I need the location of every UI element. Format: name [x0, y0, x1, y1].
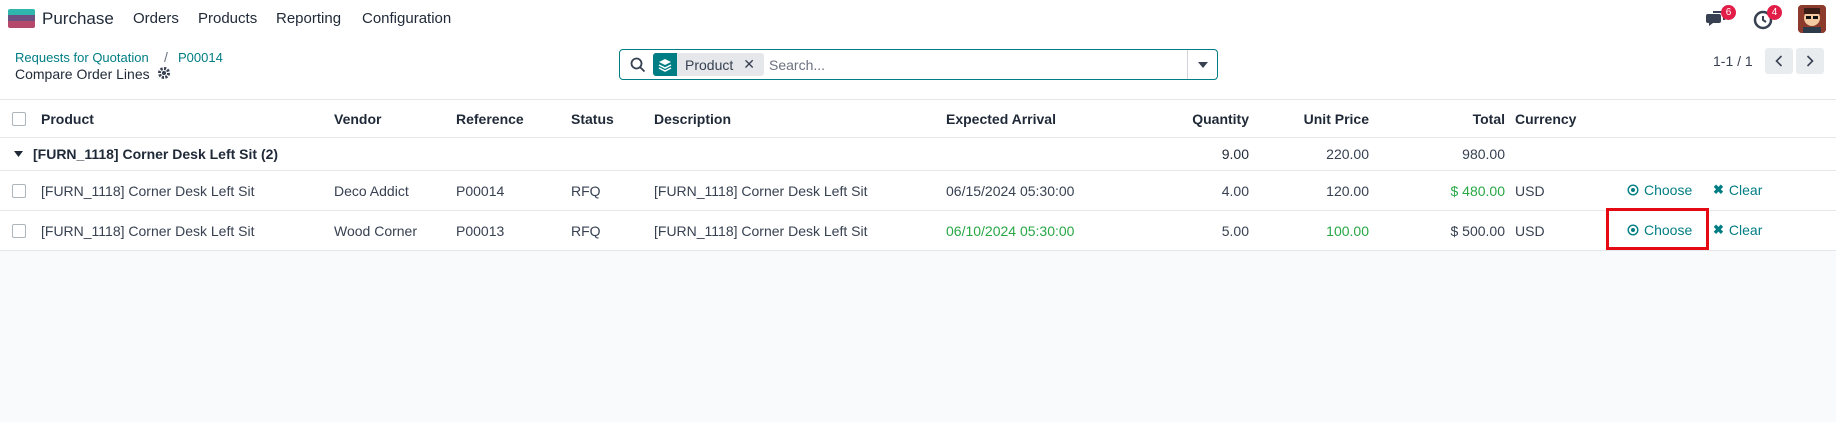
cell-vendor[interactable]: Deco Addict — [334, 171, 409, 210]
target-icon — [1627, 184, 1639, 196]
select-all-checkbox[interactable] — [12, 112, 26, 126]
order-lines-table: Product Vendor Reference Status Descript… — [0, 100, 1836, 251]
choose-button[interactable]: Choose — [1627, 182, 1692, 198]
cell-description[interactable]: [FURN_1118] Corner Desk Left Sit — [654, 171, 867, 210]
menu-configuration[interactable]: Configuration — [362, 10, 451, 27]
cell-product[interactable]: [FURN_1118] Corner Desk Left Sit — [41, 211, 254, 250]
column-unit-price[interactable]: Unit Price — [1269, 100, 1369, 137]
caret-down-icon[interactable] — [1187, 50, 1217, 79]
column-reference[interactable]: Reference — [456, 100, 524, 137]
breadcrumb-parent[interactable]: Requests for Quotation — [15, 50, 149, 65]
clear-label: Clear — [1728, 222, 1763, 238]
layers-icon — [653, 53, 677, 76]
cell-expected-arrival[interactable]: 06/15/2024 05:30:00 — [946, 171, 1074, 210]
row-checkbox[interactable] — [12, 224, 26, 238]
control-panel: Requests for Quotation / P00014 Compare … — [0, 37, 1836, 100]
table-row[interactable]: [FURN_1118] Corner Desk Left Sit Deco Ad… — [0, 171, 1836, 211]
search-facet: Product ✕ — [653, 53, 764, 76]
facet-label: Product — [685, 56, 734, 73]
group-row[interactable]: [FURN_1118] Corner Desk Left Sit (2) 9.0… — [0, 138, 1836, 171]
table-header: Product Vendor Reference Status Descript… — [0, 100, 1836, 138]
app-name[interactable]: Purchase — [42, 9, 114, 29]
cell-status[interactable]: RFQ — [571, 171, 601, 210]
chevron-right-icon[interactable] — [1796, 48, 1824, 74]
column-total[interactable]: Total — [1405, 100, 1505, 137]
clear-button[interactable]: ✖ Clear — [1713, 182, 1762, 198]
search-bar[interactable]: Product ✕ — [619, 49, 1218, 80]
cell-reference[interactable]: P00014 — [456, 171, 504, 210]
pager-value[interactable]: 1-1 / 1 — [1713, 53, 1753, 69]
times-icon: ✖ — [1713, 222, 1724, 237]
cell-currency[interactable]: USD — [1515, 171, 1545, 210]
breadcrumb-current[interactable]: P00014 — [178, 50, 223, 65]
cell-quantity[interactable]: 5.00 — [1149, 211, 1249, 250]
menu-reporting[interactable]: Reporting — [276, 10, 341, 27]
column-vendor[interactable]: Vendor — [334, 100, 381, 137]
column-quantity[interactable]: Quantity — [1149, 100, 1249, 137]
cell-total[interactable]: $ 480.00 — [1405, 171, 1506, 210]
menu-orders[interactable]: Orders — [133, 10, 179, 27]
search-icon[interactable] — [630, 57, 646, 73]
top-navbar: Purchase Orders Products Reporting Confi… — [0, 0, 1836, 37]
highlight-box — [1606, 208, 1709, 250]
gear-icon[interactable] — [157, 66, 171, 80]
clear-button[interactable]: ✖ Clear — [1713, 222, 1762, 238]
cell-unit-price[interactable]: 120.00 — [1269, 171, 1369, 210]
cell-unit-price[interactable]: 100.00 — [1269, 211, 1369, 250]
column-status[interactable]: Status — [571, 100, 614, 137]
breadcrumb-separator: / — [164, 49, 168, 65]
cell-product[interactable]: [FURN_1118] Corner Desk Left Sit — [41, 171, 254, 210]
group-label[interactable]: [FURN_1118] Corner Desk Left Sit (2) — [33, 138, 278, 170]
activities-badge: 4 — [1767, 5, 1782, 20]
group-total: 980.00 — [1462, 146, 1505, 162]
user-avatar[interactable] — [1798, 5, 1826, 33]
cell-status[interactable]: RFQ — [571, 211, 601, 250]
caret-down-icon[interactable] — [14, 138, 23, 170]
clear-label: Clear — [1728, 182, 1763, 198]
cell-description[interactable]: [FURN_1118] Corner Desk Left Sit — [654, 211, 867, 250]
messages-badge: 6 — [1721, 5, 1736, 20]
chevron-left-icon[interactable] — [1765, 48, 1793, 74]
column-expected-arrival[interactable]: Expected Arrival — [946, 100, 1056, 137]
cell-expected-arrival[interactable]: 06/10/2024 05:30:00 — [946, 211, 1074, 250]
group-quantity: 9.00 — [1221, 146, 1249, 162]
cell-currency[interactable]: USD — [1515, 211, 1545, 250]
menu-products[interactable]: Products — [198, 10, 257, 27]
cell-reference[interactable]: P00013 — [456, 211, 504, 250]
times-icon: ✖ — [1713, 182, 1724, 197]
row-checkbox[interactable] — [12, 184, 26, 198]
column-product[interactable]: Product — [41, 100, 94, 137]
search-input[interactable] — [769, 54, 1109, 76]
cell-vendor[interactable]: Wood Corner — [334, 211, 417, 250]
app-icon[interactable] — [8, 9, 35, 28]
cell-total[interactable]: $ 500.00 — [1405, 211, 1506, 250]
table-row[interactable]: [FURN_1118] Corner Desk Left Sit Wood Co… — [0, 211, 1836, 251]
column-currency[interactable]: Currency — [1515, 100, 1576, 137]
cell-quantity[interactable]: 4.00 — [1149, 171, 1249, 210]
page-title: Compare Order Lines — [15, 66, 150, 82]
close-icon[interactable]: ✕ — [743, 56, 764, 73]
column-description[interactable]: Description — [654, 100, 731, 137]
choose-label: Choose — [1644, 182, 1693, 198]
group-unit-price: 220.00 — [1326, 146, 1369, 162]
